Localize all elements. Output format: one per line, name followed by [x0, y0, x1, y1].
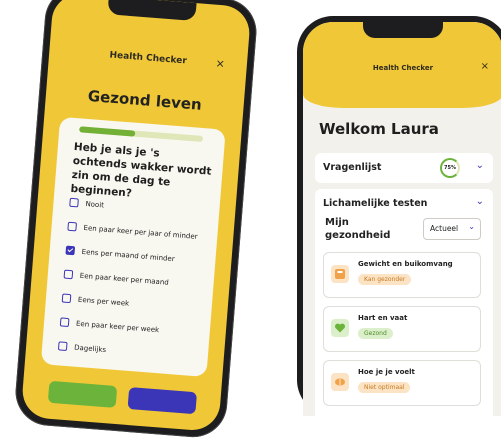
chevron-down-icon: ⌄ — [468, 222, 475, 231]
page-heading: Gezond leven — [87, 86, 203, 114]
answer-option[interactable]: Eens per week — [61, 293, 130, 308]
answer-option[interactable]: Nooit — [69, 197, 105, 210]
chevron-down-icon[interactable]: ⌄ — [476, 196, 484, 207]
option-label: Nooit — [85, 199, 105, 209]
checkbox[interactable] — [69, 197, 79, 208]
question-text: Heb je als je 's ochtends wakker wordt z… — [70, 140, 212, 200]
item-name: Hart en vaat — [358, 314, 408, 322]
checkbox[interactable] — [61, 293, 72, 304]
answer-option[interactable]: Een paar keer per week — [59, 317, 160, 334]
row-label: Vragenlijst — [323, 162, 382, 173]
previous-button[interactable] — [47, 380, 118, 409]
progress-bar — [79, 126, 204, 143]
checkbox[interactable] — [67, 221, 78, 232]
left-screen: Health Checker × Gezond leven Heb je als… — [20, 0, 252, 433]
period-select[interactable]: Actueel ⌄ — [423, 218, 481, 240]
option-label: Een paar keer per week — [75, 319, 160, 334]
questionnaire-row[interactable]: Vragenlijst 75% ⌄ — [315, 153, 493, 183]
next-button[interactable] — [127, 387, 198, 415]
health-item[interactable]: Hart en vaat Gezond — [323, 306, 481, 352]
answer-option[interactable]: Een paar keer per maand — [63, 269, 170, 287]
phone-notch — [107, 0, 197, 22]
welcome-heading: Welkom Laura — [319, 120, 439, 138]
checkbox[interactable] — [63, 269, 74, 280]
phone-notch — [363, 22, 443, 38]
app-title: Health Checker — [372, 64, 434, 72]
item-name: Hoe je je voelt — [358, 368, 415, 376]
answer-option[interactable]: Eens per maand of minder — [65, 245, 175, 264]
brain-icon — [331, 373, 349, 391]
question-card: Heb je als je 's ochtends wakker wordt z… — [40, 116, 226, 378]
checkbox[interactable] — [59, 317, 70, 328]
health-item[interactable]: Gewicht en buikomvang Kan gezonder — [323, 252, 481, 298]
section-title: Mijn gezondheid — [325, 217, 391, 241]
close-icon[interactable]: × — [215, 57, 225, 71]
option-label: Dagelijks — [73, 343, 107, 354]
answer-option[interactable]: Een paar keer per jaar of minder — [67, 221, 198, 241]
status-badge: Gezond — [358, 328, 393, 339]
option-label: Eens per week — [77, 295, 130, 308]
option-label: Een paar keer per maand — [79, 271, 170, 287]
scale-icon — [331, 265, 349, 283]
select-value: Actueel — [430, 224, 459, 233]
checkbox-checked[interactable] — [65, 245, 76, 256]
option-label: Een paar keer per jaar of minder — [83, 223, 198, 241]
my-health-card: Mijn gezondheid Actueel ⌄ Gewicht en bui… — [315, 208, 493, 416]
checkbox[interactable] — [57, 341, 68, 352]
close-icon[interactable]: × — [481, 61, 489, 72]
right-phone: Health Checker × Welkom Laura Vragenlijs… — [297, 16, 501, 416]
item-name: Gewicht en buikomvang — [358, 260, 453, 268]
heart-icon — [331, 319, 349, 337]
progress-fill — [79, 126, 136, 137]
answer-option[interactable]: Dagelijks — [57, 341, 107, 354]
status-badge: Kan gezonder — [358, 274, 412, 285]
status-badge: Niet optimaal — [358, 382, 411, 393]
left-phone: Health Checker × Gezond leven Heb je als… — [13, 0, 259, 440]
progress-ring: 75% — [440, 158, 460, 178]
chevron-down-icon[interactable]: ⌄ — [476, 160, 484, 171]
option-label: Eens per maand of minder — [81, 247, 175, 263]
health-item[interactable]: Hoe je je voelt Niet optimaal — [323, 360, 481, 406]
right-screen: Health Checker × Welkom Laura Vragenlijs… — [303, 22, 501, 416]
